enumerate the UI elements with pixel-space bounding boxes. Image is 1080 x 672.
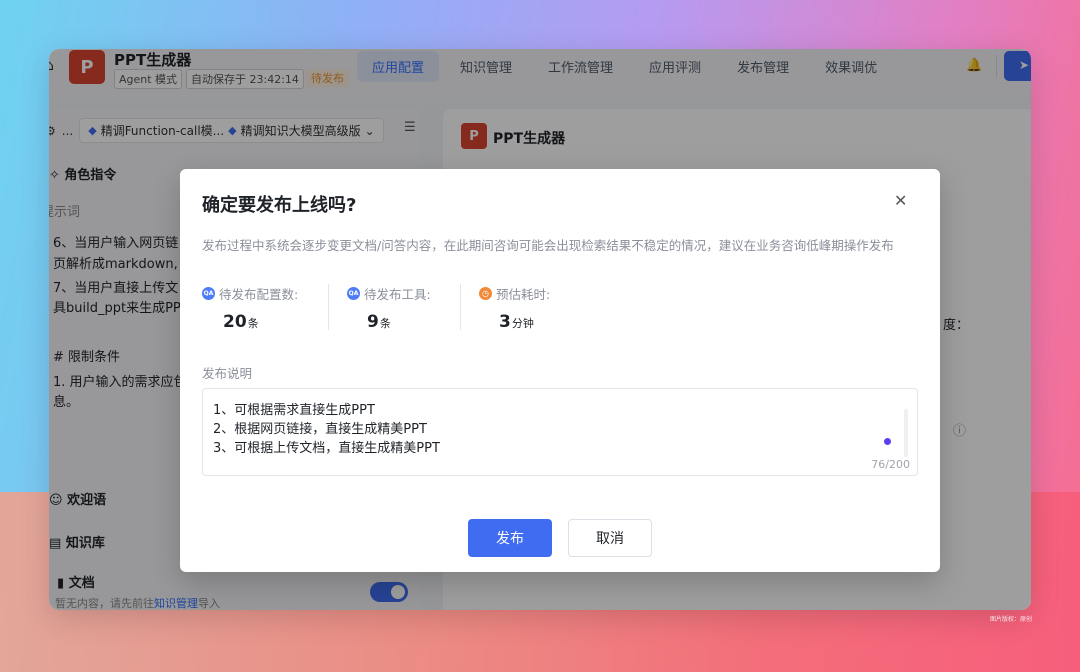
stat-pending-tools: QA 待发布工具: 9条: [328, 284, 460, 332]
publish-stats: QA 待发布配置数: 20条 QA 待发布工具: 9条 ◷ 预估耗时: 3分钟: [202, 284, 590, 332]
qa-icon: QA: [202, 287, 215, 300]
notes-textarea[interactable]: 1、可根据需求直接生成PPT 2、根据网页链接，直接生成精美PPT 3、可根据上…: [202, 388, 918, 476]
clock-icon: ◷: [479, 287, 492, 300]
stat-pending-config: QA 待发布配置数: 20条: [202, 287, 299, 332]
dialog-description: 发布过程中系统会逐步变更文档/问答内容，在此期间咨询可能会出现检索结果不稳定的情…: [202, 238, 894, 253]
scrollbar[interactable]: [904, 409, 908, 457]
stat-estimated-time: ◷ 预估耗时: 3分钟: [460, 284, 590, 332]
publish-button[interactable]: 发布: [468, 519, 552, 557]
qa-icon: QA: [347, 287, 360, 300]
char-count: 76/200: [871, 458, 910, 471]
notes-label: 发布说明: [202, 366, 253, 381]
notes-line: 1、可根据需求直接生成PPT: [213, 403, 375, 418]
notes-line: 3、可根据上传文档，直接生成精美PPT: [213, 441, 440, 456]
watermark: 图片版权：原创: [990, 616, 1033, 623]
cancel-button[interactable]: 取消: [568, 519, 652, 557]
publish-dialog: 确定要发布上线吗? ✕ 发布过程中系统会逐步变更文档/问答内容，在此期间咨询可能…: [180, 169, 940, 572]
notes-line: 2、根据网页链接，直接生成精美PPT: [213, 422, 427, 437]
dialog-title: 确定要发布上线吗?: [202, 195, 357, 216]
cursor-dot: [884, 438, 891, 445]
close-icon[interactable]: ✕: [894, 191, 907, 210]
